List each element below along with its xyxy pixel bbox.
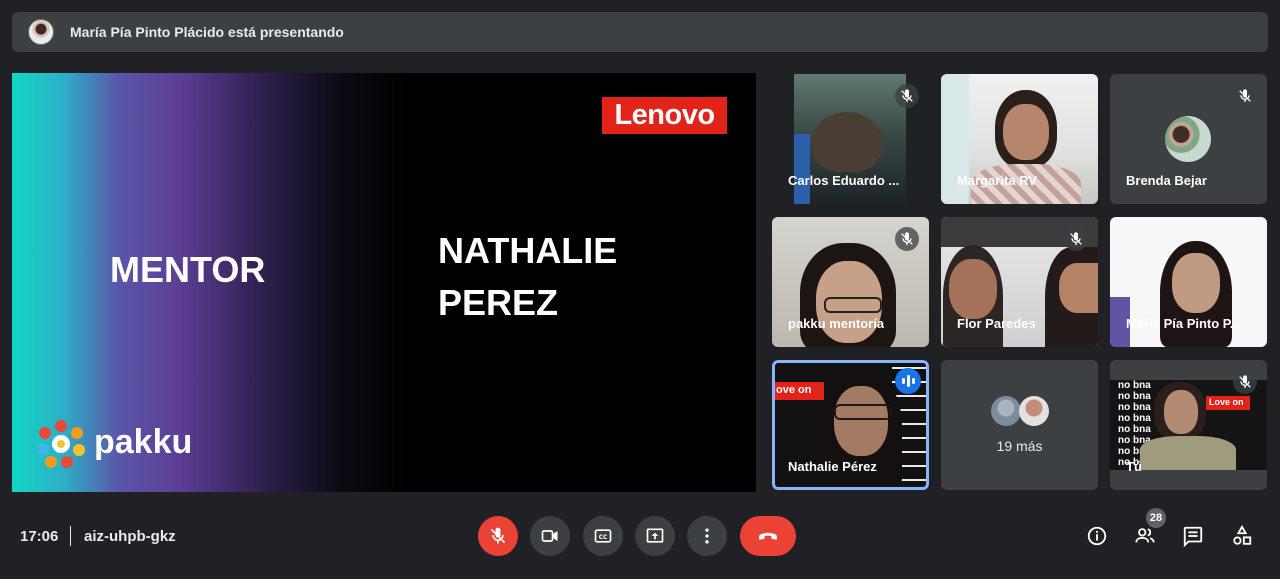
participant-name: pakku mentoría [788, 316, 885, 331]
slide-mentor-name: NATHALIE PEREZ [438, 225, 698, 329]
slide-mentor-heading: MENTOR [110, 249, 266, 290]
participant-name: Tú [1126, 459, 1142, 474]
hangup-icon [759, 532, 777, 540]
slide-name-line2: PEREZ [438, 282, 559, 323]
presenting-banner: María Pía Pinto Plácido está presentando [12, 12, 1268, 52]
participant-tile[interactable]: Brenda Bejar [1110, 74, 1267, 204]
captions-button[interactable]: CC [583, 516, 623, 556]
participant-name: Nathalie Pérez [788, 459, 877, 474]
background-wall-text: no bna [1118, 413, 1151, 424]
lenovo-logo: Lenovo [602, 97, 727, 134]
mic-off-icon [1233, 370, 1257, 394]
chat-button[interactable] [1181, 524, 1205, 548]
leave-call-button[interactable] [740, 516, 796, 556]
participant-name: Flor Paredes [957, 316, 1036, 331]
chat-icon [1183, 526, 1203, 547]
camera-toggle-button[interactable] [530, 516, 570, 556]
mic-off-icon [895, 84, 919, 108]
participant-name: Brenda Bejar [1126, 173, 1207, 188]
pakku-logo-text: pakku [94, 423, 193, 461]
participant-count-badge: 28 [1146, 508, 1166, 528]
avatar [1019, 396, 1049, 426]
divider [70, 526, 71, 546]
svg-text:CC: CC [599, 535, 608, 541]
mic-off-icon [490, 527, 506, 544]
captions-icon: CC [594, 529, 612, 543]
presenting-text: María Pía Pinto Plácido está presentando [70, 24, 344, 40]
meeting-details-button[interactable] [1085, 524, 1109, 548]
background-wall-text: no bna [1118, 402, 1151, 413]
mic-toggle-button[interactable] [478, 516, 518, 556]
participant-name: Margarita RV [957, 173, 1037, 188]
more-participants-count: 19 más [996, 438, 1043, 454]
background-banner-text: Love on [1209, 397, 1244, 407]
mic-off-icon [1233, 84, 1257, 108]
background-wall-text: no bna [1118, 424, 1151, 435]
mic-off-icon [1064, 227, 1088, 251]
speaking-indicator-icon [895, 368, 921, 394]
more-participants-tile[interactable]: 19 más [941, 360, 1098, 490]
pakku-flower-icon [37, 420, 85, 468]
avatar [1165, 116, 1211, 162]
participant-tile[interactable]: Carlos Eduardo ... [772, 74, 929, 204]
meeting-time: 17:06 [20, 528, 59, 545]
camera-icon [541, 530, 558, 542]
participant-tile-active[interactable]: ove on Nathalie Pérez [772, 360, 929, 490]
presenter-avatar [28, 19, 54, 45]
people-icon [1135, 528, 1155, 543]
present-button[interactable] [635, 516, 675, 556]
participant-name: Carlos Eduardo ... [788, 173, 900, 188]
meeting-code: aiz-uhpb-gkz [84, 528, 176, 545]
participant-tile[interactable]: Flor Paredes [941, 217, 1098, 347]
avatar [991, 396, 1021, 426]
present-icon [646, 528, 664, 543]
presentation-view[interactable]: MENTOR NATHALIE PEREZ Lenovo pakku [12, 73, 756, 492]
participant-tile[interactable]: Margarita RV [941, 74, 1098, 204]
info-icon [1087, 526, 1107, 546]
participant-tile[interactable]: María Pía Pinto P... [1110, 217, 1267, 347]
mic-off-icon [895, 227, 919, 251]
more-options-button[interactable] [687, 516, 727, 556]
activities-icon [1233, 525, 1252, 545]
background-wall-text: no bna [1118, 391, 1151, 402]
self-tile[interactable]: no bna no bna no bna no bna no bna no bn… [1110, 360, 1267, 490]
slide-name-line1: NATHALIE [438, 230, 618, 271]
more-vert-icon [705, 528, 709, 544]
background-wall-text: no bna [1118, 380, 1151, 391]
activities-button[interactable] [1230, 524, 1254, 548]
participant-tile[interactable]: pakku mentoría [772, 217, 929, 347]
participant-name: María Pía Pinto P... [1126, 316, 1241, 331]
